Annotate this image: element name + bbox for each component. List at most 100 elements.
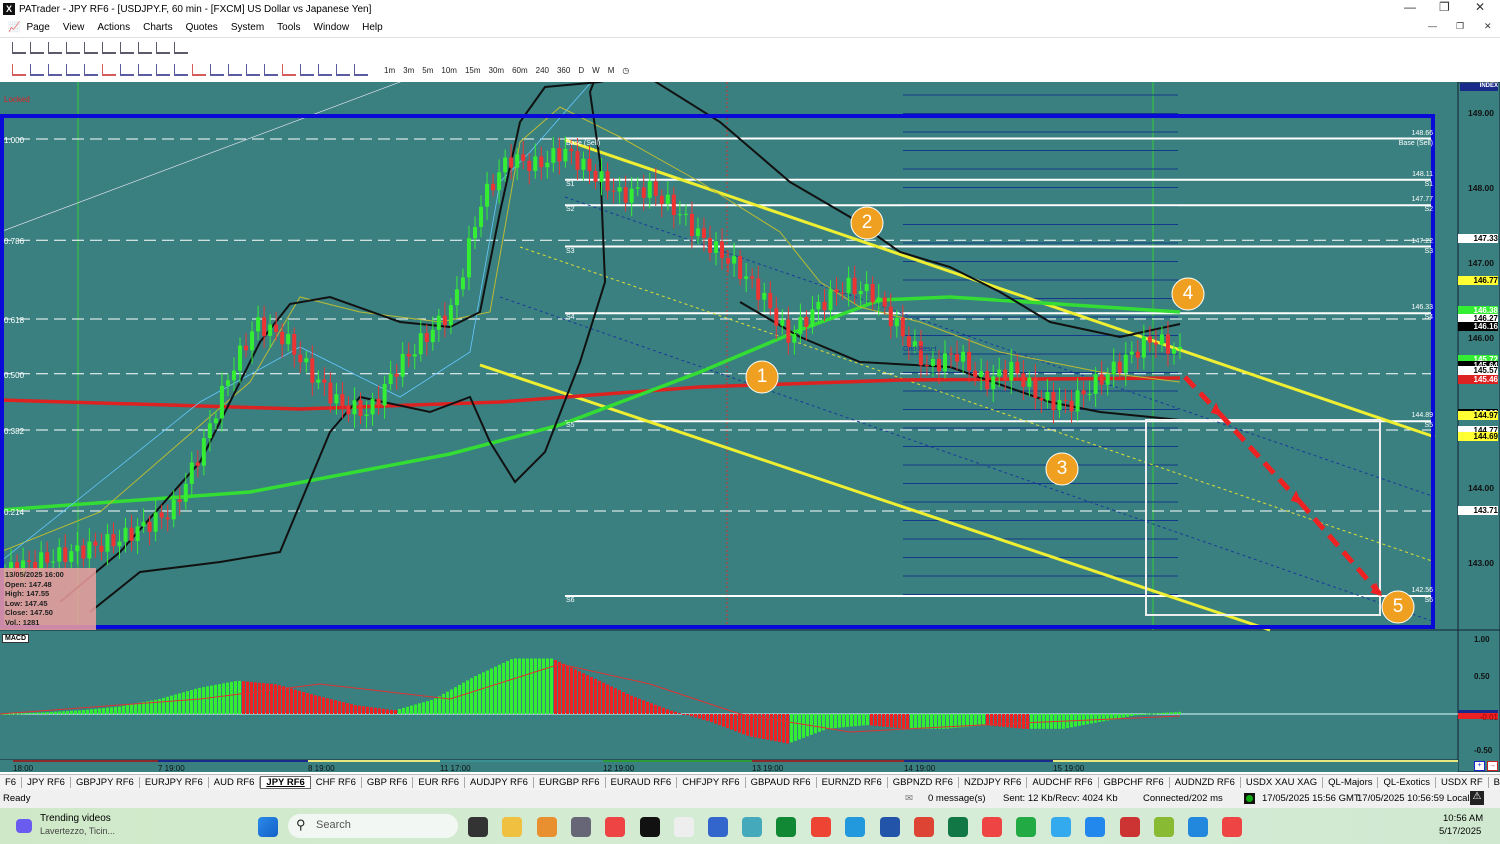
drawing-tool-icon[interactable] [120, 64, 134, 76]
drawing-tool-icon[interactable] [102, 64, 116, 76]
symbol-tab[interactable]: GBP RF6 [362, 777, 414, 788]
app-taskbar-icon[interactable] [537, 817, 557, 837]
zoom-in-icon[interactable]: + [1474, 761, 1485, 771]
price-chart[interactable]: 1.000 0.786 0.618 0.500 0.382 0.214 148.66 Base… [0, 21, 1500, 773]
symbol-tab[interactable]: AUDJPY RF6 [465, 777, 534, 788]
app-taskbar-icon[interactable] [1016, 817, 1036, 837]
word-taskbar-icon[interactable] [880, 817, 900, 837]
child-restore-button[interactable]: ❐ [1456, 21, 1464, 32]
drawing-tool-icon[interactable] [246, 64, 260, 76]
timeframe-button[interactable]: M [608, 66, 615, 75]
timeframe-button[interactable]: 10m [441, 66, 457, 75]
close-button[interactable]: ✕ [1475, 0, 1485, 14]
menu-tools[interactable]: Tools [277, 22, 300, 33]
drawing-tool-icon[interactable] [84, 64, 98, 76]
chrome-taskbar-icon[interactable] [605, 817, 625, 837]
timeframe-button[interactable]: 60m [512, 66, 528, 75]
drawing-tool-icon[interactable] [336, 64, 350, 76]
timeframe-button[interactable]: 1m [384, 66, 395, 75]
app-taskbar-icon[interactable] [742, 817, 762, 837]
clock-icon[interactable]: ◷ [622, 66, 629, 75]
symbol-tab[interactable]: QL-Exotics [1378, 777, 1436, 788]
chart-type-icon[interactable] [156, 42, 170, 54]
file-explorer-taskbar-icon[interactable] [502, 817, 522, 837]
drawing-tool-icon[interactable] [300, 64, 314, 76]
drawing-tool-icon[interactable] [174, 64, 188, 76]
timeframe-button[interactable]: W [592, 66, 600, 75]
notes-taskbar-icon[interactable] [708, 817, 728, 837]
timeframe-button[interactable]: 15m [465, 66, 481, 75]
chart-type-icon[interactable] [30, 42, 44, 54]
chart-type-icon[interactable] [48, 42, 62, 54]
child-minimize-button[interactable]: — [1428, 21, 1437, 31]
symbol-tab[interactable]: CHF RF6 [311, 777, 362, 788]
app-taskbar-icon[interactable] [776, 817, 796, 837]
timeframe-button[interactable]: D [578, 66, 584, 75]
timeframe-button[interactable]: 30m [489, 66, 505, 75]
timeframe-button[interactable]: 3m [403, 66, 414, 75]
taskbar-search-input[interactable]: ⚲ Search [288, 814, 458, 838]
timeframe-button[interactable]: 5m [422, 66, 433, 75]
app-taskbar-icon[interactable] [982, 817, 1002, 837]
child-close-button[interactable]: ✕ [1484, 21, 1492, 32]
symbol-tab[interactable]: JPY RF6 [22, 777, 71, 788]
menu-help[interactable]: Help [362, 22, 383, 33]
app-taskbar-icon[interactable] [1154, 817, 1174, 837]
clock-date[interactable]: 5/17/2025 [1439, 826, 1481, 837]
calculator-taskbar-icon[interactable] [571, 817, 591, 837]
symbol-tab[interactable]: GBPJPY RF6 [71, 777, 140, 788]
drawing-tool-icon[interactable] [318, 64, 332, 76]
drawing-tool-icon[interactable] [228, 64, 242, 76]
zoom-taskbar-icon[interactable] [1085, 817, 1105, 837]
start-button[interactable] [258, 817, 278, 837]
menu-system[interactable]: System [231, 22, 264, 33]
drawing-tool-icon[interactable] [156, 64, 170, 76]
trading-app-taskbar-icon[interactable] [640, 817, 660, 837]
drawing-tool-icon[interactable] [30, 64, 44, 76]
symbol-tab[interactable]: GBPCHF RF6 [1099, 777, 1170, 788]
task-view-taskbar-icon[interactable] [468, 817, 488, 837]
chrome-taskbar-icon[interactable] [1222, 817, 1242, 837]
menu-page[interactable]: Page [26, 22, 49, 33]
chart-type-icon[interactable] [138, 42, 152, 54]
menu-window[interactable]: Window [314, 22, 350, 33]
symbol-tab[interactable]: GBPAUD RF6 [746, 777, 817, 788]
menu-actions[interactable]: Actions [97, 22, 130, 33]
drawing-tool-icon[interactable] [264, 64, 278, 76]
warning-icon[interactable]: ⚠ [1470, 791, 1484, 805]
chart-type-icon[interactable] [84, 42, 98, 54]
drawing-tool-icon[interactable] [210, 64, 224, 76]
drawing-tool-icon[interactable] [354, 64, 368, 76]
telegram-taskbar-icon[interactable] [1051, 817, 1071, 837]
menu-charts[interactable]: Charts [143, 22, 172, 33]
chart-type-icon[interactable] [102, 42, 116, 54]
widget-title[interactable]: Trending videos [40, 813, 111, 824]
chart-type-icon[interactable] [66, 42, 80, 54]
symbol-tab[interactable]: EURAUD RF6 [606, 777, 678, 788]
menu-quotes[interactable]: Quotes [186, 22, 218, 33]
symbol-tab[interactable]: AUDNZD RF6 [1170, 777, 1241, 788]
photos-taskbar-icon[interactable] [1188, 817, 1208, 837]
drawing-tool-icon[interactable] [12, 64, 26, 76]
symbol-tab[interactable]: NZDJPY RF6 [959, 777, 1028, 788]
timeframe-button[interactable]: 360 [557, 66, 570, 75]
symbol-tab[interactable]: EURGBP RF6 [534, 777, 606, 788]
symbol-tab[interactable]: GBPNZD RF6 [888, 777, 959, 788]
chart-canvas[interactable] [0, 21, 1500, 773]
menu-view[interactable]: View [63, 22, 85, 33]
chart-type-icon[interactable] [120, 42, 134, 54]
drawing-tool-icon[interactable] [192, 64, 206, 76]
symbol-tab[interactable]: CHFJPY RF6 [677, 777, 746, 788]
status-messages[interactable]: 0 message(s) [928, 793, 986, 804]
powerpoint-taskbar-icon[interactable] [914, 817, 934, 837]
maximize-button[interactable]: ❐ [1439, 0, 1450, 14]
symbol-tab[interactable]: JPY RF6 [260, 776, 311, 789]
drawing-tool-icon[interactable] [282, 64, 296, 76]
app-taskbar-icon[interactable] [845, 817, 865, 837]
chart-type-icon[interactable] [12, 42, 26, 54]
app-taskbar-icon[interactable] [1120, 817, 1140, 837]
symbol-tab[interactable]: EURNZD RF6 [817, 777, 888, 788]
symbol-tab[interactable]: AUD RF6 [209, 777, 261, 788]
symbol-tab[interactable]: EUR RF6 [413, 777, 466, 788]
minimize-button[interactable]: — [1404, 0, 1416, 14]
